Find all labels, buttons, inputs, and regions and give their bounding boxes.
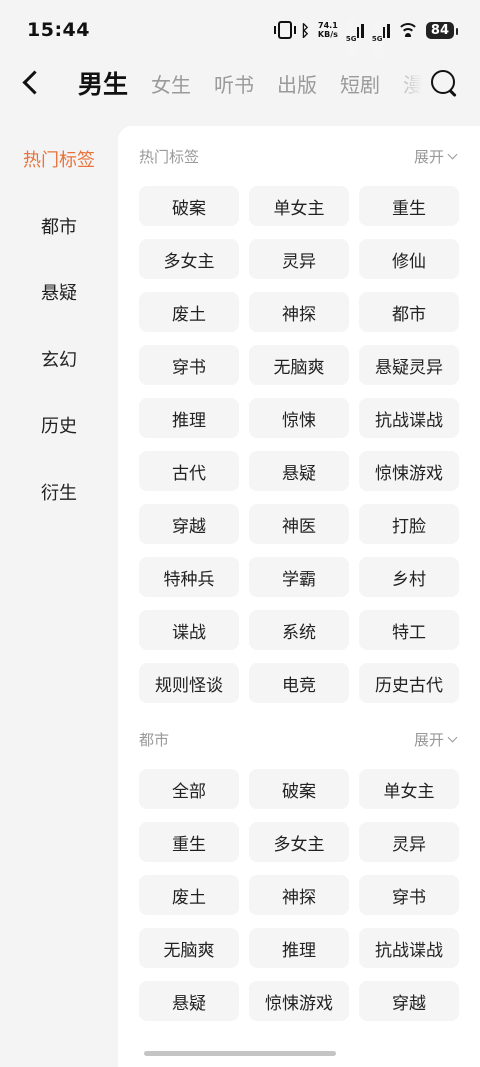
tag-chip[interactable]: 悬疑灵异 bbox=[359, 345, 459, 385]
tag-chip[interactable]: 破案 bbox=[139, 186, 239, 226]
sidebar-item-1[interactable]: 都市 bbox=[0, 193, 118, 260]
tag-chip[interactable]: 灵异 bbox=[359, 822, 459, 862]
tag-grid: 破案 单女主 重生多女主 灵异 修仙废土 神探 都市穿书 无脑爽 悬疑灵异推理 惊悚 抗战谍战古代悬… bbox=[118, 186, 480, 703]
status-icons: ᛒ 74.1 KB/s 5G 5G 84 bbox=[274, 19, 459, 59]
tag-chip[interactable]: 电竞 bbox=[249, 663, 349, 703]
chevron-down-icon bbox=[447, 149, 458, 159]
back-icon[interactable] bbox=[18, 68, 46, 98]
tag-chip[interactable]: 重生 bbox=[359, 186, 459, 226]
tag-chip[interactable]: 全部 bbox=[139, 769, 239, 809]
network-speed-unit: KB/s bbox=[317, 30, 338, 39]
tag-section-0: 热门标签 展开破案 单女主 重生多女主 灵异 修仙废土 神探 都市穿书 无脑爽 悬疑灵异推理 惊悚抗… bbox=[118, 138, 480, 703]
top-nav: 男生女生听书出版短剧漫 bbox=[0, 60, 480, 106]
tag-chip[interactable]: 废土 bbox=[139, 875, 239, 915]
section-title: 都市 bbox=[139, 730, 170, 749]
tab-3[interactable]: 出版 bbox=[277, 69, 317, 98]
tag-chip[interactable]: 都市 bbox=[359, 292, 459, 332]
sidebar-item-5[interactable]: 衍生 bbox=[0, 459, 118, 526]
tag-chip[interactable]: 悬疑 bbox=[139, 981, 239, 1021]
tag-chip[interactable]: 穿越 bbox=[139, 504, 239, 544]
sidebar-item-2[interactable]: 悬疑 bbox=[0, 259, 118, 326]
section-header: 都市 展开 bbox=[118, 721, 480, 757]
tag-chip[interactable]: 打脸 bbox=[359, 504, 459, 544]
tag-chip[interactable]: 多女主 bbox=[139, 239, 239, 279]
tag-chip[interactable]: 神探 bbox=[249, 292, 349, 332]
tag-chip[interactable]: 神探 bbox=[249, 875, 349, 915]
battery-icon: 84 bbox=[425, 21, 459, 39]
expand-label: 展开 bbox=[413, 730, 444, 749]
tag-chip[interactable]: 单女主 bbox=[249, 186, 349, 226]
section-header: 热门标签 展开 bbox=[118, 138, 480, 174]
network-speed-value: 74.1 bbox=[318, 21, 338, 30]
tag-chip[interactable]: 穿书 bbox=[139, 345, 239, 385]
tab-2[interactable]: 听书 bbox=[214, 69, 254, 98]
tab-0[interactable]: 男生 bbox=[78, 65, 128, 101]
expand-button[interactable]: 展开 bbox=[413, 146, 458, 167]
tag-chip[interactable]: 系统 bbox=[249, 610, 349, 650]
tag-chip[interactable]: 古代 bbox=[139, 451, 239, 491]
expand-label: 展开 bbox=[413, 147, 444, 166]
search-icon[interactable] bbox=[431, 70, 457, 96]
tag-chip[interactable]: 抗战谍战 bbox=[359, 398, 459, 438]
tag-chip[interactable]: 重生 bbox=[139, 822, 239, 862]
category-tabs: 男生女生听书出版短剧漫 bbox=[78, 60, 422, 106]
status-bar: 15:44 ᛒ 74.1 KB/s 5G 5G 84 bbox=[0, 0, 480, 60]
tag-chip[interactable]: 惊悚游戏 bbox=[249, 981, 349, 1021]
network-speed: 74.1 KB/s bbox=[318, 21, 338, 39]
status-time: 15:44 bbox=[27, 19, 90, 41]
tag-chip[interactable]: 特种兵 bbox=[139, 557, 239, 597]
section-title: 热门标签 bbox=[139, 147, 200, 166]
wifi-icon bbox=[397, 23, 418, 37]
tag-chip[interactable]: 学霸 bbox=[249, 557, 349, 597]
sidebar-item-3[interactable]: 玄幻 bbox=[0, 326, 118, 393]
tag-chip[interactable]: 修仙 bbox=[359, 239, 459, 279]
chevron-down-icon bbox=[447, 732, 458, 742]
tag-chip[interactable]: 推理 bbox=[249, 928, 349, 968]
tag-chip[interactable]: 多女主 bbox=[249, 822, 349, 862]
tag-chip[interactable]: 破案 bbox=[249, 769, 349, 809]
tag-panel: 热门标签 展开 破案 单女主 重生 多女主 灵异 修仙 废土 神探 都市 穿书 无脑爽 悬疑灵异 推理 惊悚抗… bbox=[118, 126, 480, 1067]
tag-chip[interactable]: 悬疑 bbox=[249, 451, 349, 491]
tag-chip[interactable]: 惊悚游戏 bbox=[359, 451, 459, 491]
tag-chip[interactable]: 灵异 bbox=[249, 239, 349, 279]
tag-chip[interactable]: 历史古代 bbox=[359, 663, 459, 703]
bluetooth-icon: ᛒ bbox=[300, 20, 310, 40]
tag-chip[interactable]: 穿书 bbox=[359, 875, 459, 915]
tag-chip[interactable]: 神医 bbox=[249, 504, 349, 544]
sidebar-item-0[interactable]: 热门标签 bbox=[0, 126, 118, 193]
tag-chip[interactable]: 特工 bbox=[359, 610, 459, 650]
tag-chip[interactable]: 谍战 bbox=[139, 610, 239, 650]
tag-chip[interactable]: 推理 bbox=[139, 398, 239, 438]
tag-chip[interactable]: 规则怪谈 bbox=[139, 663, 239, 703]
tag-grid: 全部 破案 单女主重生 多女主 灵异废土 神探 穿书无脑爽 推理 抗战谍战悬疑 惊悚游戏 穿越 bbox=[118, 769, 480, 1021]
signal-2-label: 5G bbox=[371, 19, 383, 59]
vibrate-icon bbox=[274, 21, 297, 39]
tag-section-1: 都市 展开全部 破案 单女主重生 多女主 灵异废土 神探 穿书无脑爽 推理 抗战谍战悬疑 惊悚游戏穿… bbox=[118, 721, 480, 1021]
tab-4[interactable]: 短剧 bbox=[340, 69, 380, 98]
signal-icon: 5G bbox=[345, 19, 364, 59]
tag-chip[interactable]: 无脑爽 bbox=[249, 345, 349, 385]
tag-chip[interactable]: 抗战谍战 bbox=[359, 928, 459, 968]
tabs-fade bbox=[392, 60, 422, 106]
sidebar-item-4[interactable]: 历史 bbox=[0, 392, 118, 459]
tag-chip[interactable]: 穿越 bbox=[359, 981, 459, 1021]
signal-1-label: 5G bbox=[345, 19, 357, 59]
sidebar: 热门标签 都市 悬疑 玄幻 历史 衍生 bbox=[0, 126, 118, 525]
tag-chip[interactable]: 废土 bbox=[139, 292, 239, 332]
tab-1[interactable]: 女生 bbox=[151, 69, 191, 98]
tag-chip[interactable]: 单女主 bbox=[359, 769, 459, 809]
tag-chip[interactable]: 乡村 bbox=[359, 557, 459, 597]
signal-icon-2: 5G bbox=[371, 19, 390, 59]
expand-button[interactable]: 展开 bbox=[413, 729, 458, 750]
home-indicator bbox=[144, 1051, 336, 1056]
tag-chip[interactable]: 无脑爽 bbox=[139, 928, 239, 968]
tag-chip[interactable]: 惊悚 bbox=[249, 398, 349, 438]
